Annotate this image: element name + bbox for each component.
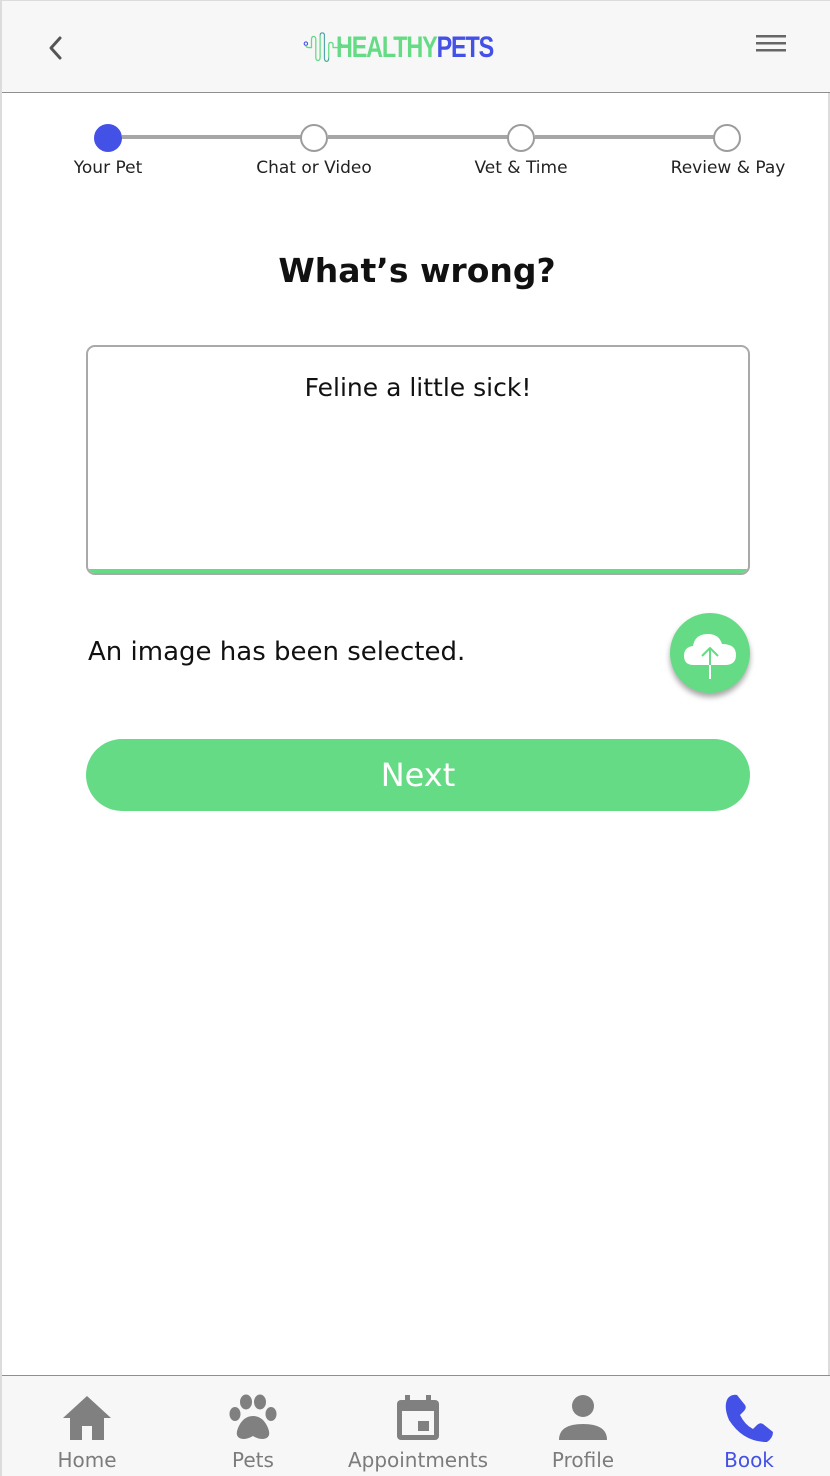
step-label-chat-or-video[interactable]: Chat or Video (256, 158, 372, 178)
cloud-upload-icon (684, 634, 736, 679)
nav-label-appointments: Appointments (347, 1448, 489, 1472)
symptom-description-value: Feline a little sick! (304, 373, 532, 402)
step-dot-chat-or-video[interactable] (300, 124, 328, 152)
step-label-review-and-pay[interactable]: Review & Pay (671, 158, 786, 178)
step-label-vet-and-time[interactable]: Vet & Time (474, 158, 567, 178)
logo-text-pets: PETS (436, 31, 494, 64)
calendar-icon (390, 1390, 446, 1446)
nav-label-profile: Profile (551, 1448, 615, 1472)
step-label-your-pet[interactable]: Your Pet (74, 158, 142, 178)
image-selected-status: An image has been selected. (88, 637, 466, 667)
stepper-connector (328, 135, 508, 139)
next-button[interactable]: Next (86, 739, 750, 811)
paw-icon (225, 1390, 281, 1446)
top-app-bar: HEALTHYPETS (2, 1, 830, 93)
hamburger-menu-icon (756, 35, 786, 52)
nav-label-pets: Pets (232, 1448, 274, 1472)
healthypets-logo: HEALTHYPETS (302, 11, 537, 85)
menu-button[interactable] (754, 31, 790, 59)
nav-label-book: Book (724, 1448, 774, 1472)
home-icon (59, 1390, 115, 1446)
stepper-connector (535, 135, 715, 139)
step-dot-vet-and-time[interactable] (507, 124, 535, 152)
phone-icon (721, 1390, 777, 1446)
person-icon (555, 1390, 611, 1446)
logo-wordmark: HEALTHYPETS (335, 31, 494, 65)
page-title: What’s wrong? (278, 251, 556, 290)
app-frame: HEALTHYPETS Your Pet Chat or Video Vet &… (0, 0, 830, 1476)
symptom-description-textarea[interactable]: Feline a little sick! (86, 345, 750, 575)
nav-item-home[interactable]: Home (4, 1376, 170, 1476)
stepper-connector (122, 135, 302, 139)
nav-label-home: Home (57, 1448, 117, 1472)
nav-item-appointments[interactable]: Appointments (335, 1376, 501, 1476)
textarea-focus-underline (88, 569, 748, 573)
chevron-left-icon (49, 36, 62, 60)
step-dot-your-pet[interactable] (94, 124, 122, 152)
nav-item-book[interactable]: Book (666, 1376, 830, 1476)
nav-item-profile[interactable]: Profile (500, 1376, 666, 1476)
step-dot-review-and-pay[interactable] (713, 124, 741, 152)
nav-item-pets[interactable]: Pets (170, 1376, 336, 1476)
back-button[interactable] (40, 31, 72, 65)
logo-text-healthy: HEALTHY (335, 31, 438, 64)
bottom-navigation: Home Pets Appointments Profile Book (2, 1375, 830, 1476)
upload-image-button[interactable] (670, 613, 750, 693)
